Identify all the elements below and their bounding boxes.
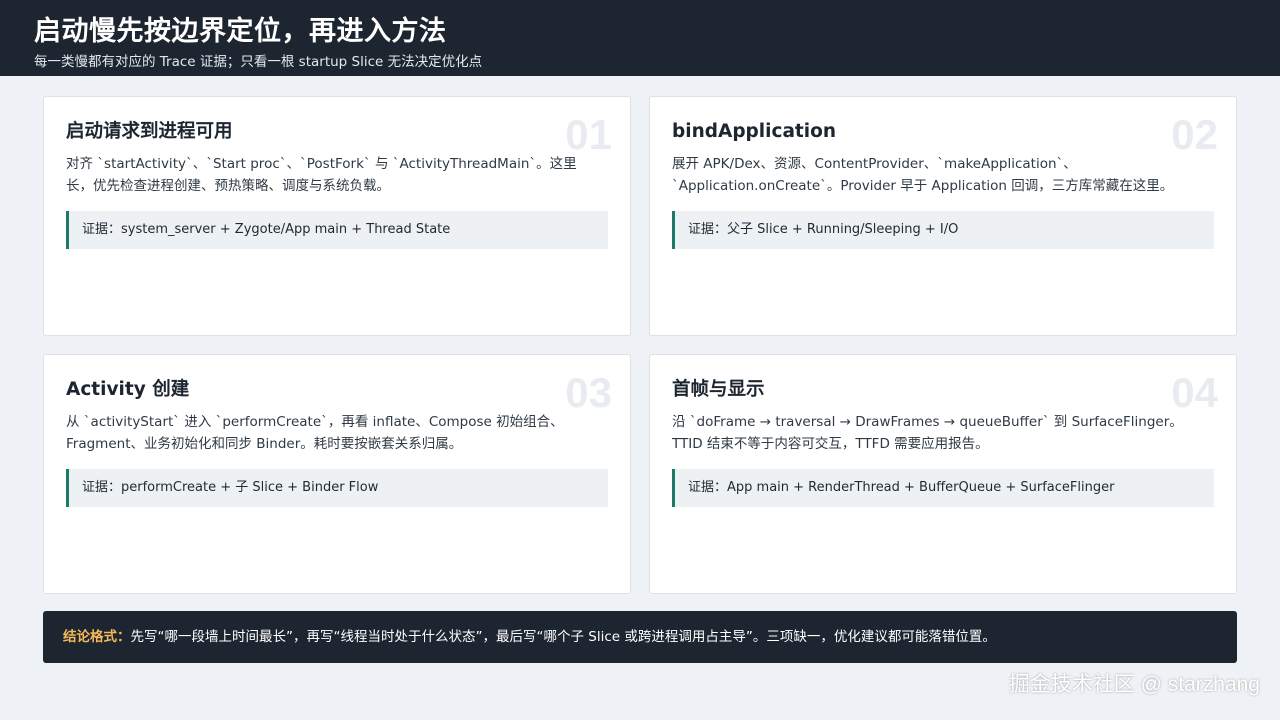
page-subtitle: 每一类慢都有对应的 Trace 证据；只看一根 startup Slice 无法… xyxy=(34,54,483,70)
watermark: 掘金技术社区 @ starzhang xyxy=(1008,673,1260,696)
page-title: 启动慢先按边界定位，再进入方法 xyxy=(34,16,447,47)
card-activity-create: 03 Activity 创建 从 `activityStart` 进入 `per… xyxy=(43,354,631,594)
card-bind-application: 02 bindApplication 展开 APK/Dex、资源、Content… xyxy=(649,96,1237,336)
card-launch-to-process: 01 启动请求到进程可用 对齐 `startActivity`、`Start p… xyxy=(43,96,631,336)
conclusion-text: 先写“哪一段墙上时间最长”，再写“线程当时处于什么状态”，最后写“哪个子 Sli… xyxy=(130,629,996,645)
card-evidence: 证据：system_server + Zygote/App main + Thr… xyxy=(66,211,608,249)
card-first-frame: 04 首帧与显示 沿 `doFrame → traversal → DrawFr… xyxy=(649,354,1237,594)
card-evidence: 证据：performCreate + 子 Slice + Binder Flow xyxy=(66,469,608,507)
card-description: 展开 APK/Dex、资源、ContentProvider、`makeAppli… xyxy=(672,156,1174,194)
card-title: Activity 创建 xyxy=(66,379,190,400)
card-description: 对齐 `startActivity`、`Start proc`、`PostFor… xyxy=(66,156,577,194)
card-title: 启动请求到进程可用 xyxy=(66,121,233,142)
page-header: 启动慢先按边界定位，再进入方法 每一类慢都有对应的 Trace 证据；只看一根 … xyxy=(0,0,1280,76)
card-title: bindApplication xyxy=(672,121,836,142)
card-evidence: 证据：App main + RenderThread + BufferQueue… xyxy=(672,469,1214,507)
card-description: 从 `activityStart` 进入 `performCreate`，再看 … xyxy=(66,414,564,452)
card-title: 首帧与显示 xyxy=(672,379,765,400)
card-evidence: 证据：父子 Slice + Running/Sleeping + I/O xyxy=(672,211,1214,249)
conclusion-label: 结论格式： xyxy=(63,629,131,645)
conclusion-banner: 结论格式：先写“哪一段墙上时间最长”，再写“线程当时处于什么状态”，最后写“哪个… xyxy=(43,611,1237,663)
card-description: 沿 `doFrame → traversal → DrawFrames → qu… xyxy=(672,414,1183,452)
